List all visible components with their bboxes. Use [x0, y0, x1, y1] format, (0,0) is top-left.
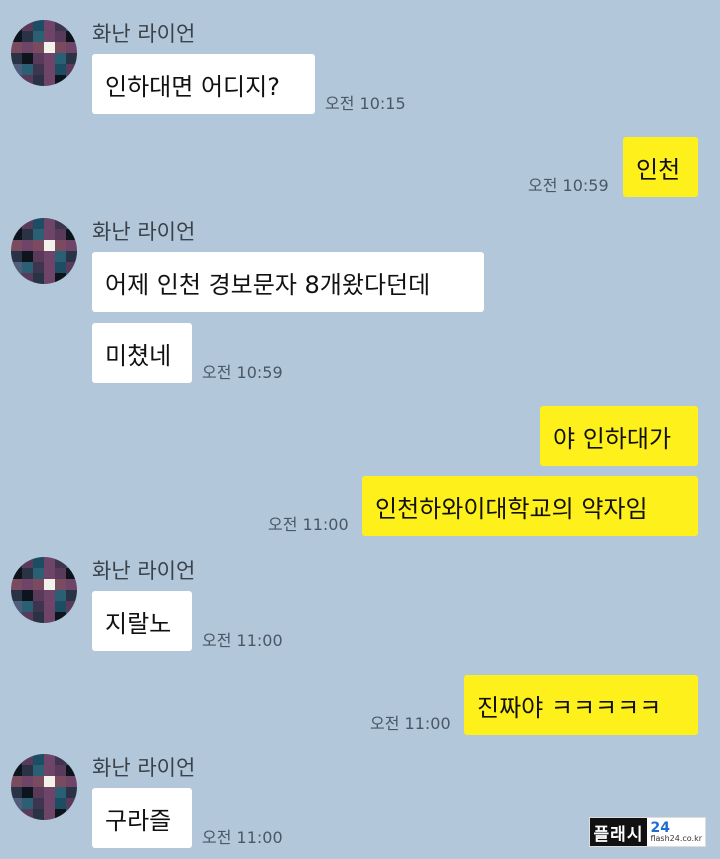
avatar[interactable]: [11, 218, 77, 284]
avatar[interactable]: [11, 557, 77, 623]
watermark-number: 24: [650, 820, 670, 836]
avatar[interactable]: [11, 754, 77, 820]
message-bubble-outgoing[interactable]: 야 인하대가: [540, 406, 698, 466]
message-time: 오전 11:00: [268, 515, 349, 534]
watermark-site: flash24.co.kr: [650, 834, 702, 843]
sender-name: 화난 라이언: [92, 756, 196, 780]
message-time: 오전 10:15: [325, 94, 406, 113]
message-time: 오전 11:00: [202, 631, 283, 650]
message-bubble-incoming[interactable]: 미쳤네: [92, 323, 192, 383]
avatar[interactable]: [11, 20, 77, 86]
watermark-brand: 플래시: [589, 818, 648, 846]
message-bubble-outgoing[interactable]: 진짜야 ㅋㅋㅋㅋㅋ: [464, 675, 698, 735]
message-time: 오전 10:59: [202, 363, 283, 382]
sender-name: 화난 라이언: [92, 220, 196, 244]
message-bubble-incoming[interactable]: 지랄노: [92, 591, 192, 651]
sender-name: 화난 라이언: [92, 22, 196, 46]
message-bubble-outgoing[interactable]: 인천하와이대학교의 약자임: [362, 476, 698, 536]
message-time: 오전 11:00: [370, 714, 451, 733]
message-time: 오전 11:00: [202, 828, 283, 847]
sender-name: 화난 라이언: [92, 559, 196, 583]
message-bubble-incoming[interactable]: 어제 인천 경보문자 8개왔다던데: [92, 252, 484, 312]
message-bubble-incoming[interactable]: 인하대면 어디지?: [92, 54, 315, 114]
message-time: 오전 10:59: [528, 176, 609, 195]
watermark-logo: 플래시 24 flash24.co.kr: [588, 817, 706, 847]
message-bubble-outgoing[interactable]: 인천: [623, 137, 698, 197]
message-bubble-incoming[interactable]: 구라즐: [92, 788, 192, 848]
